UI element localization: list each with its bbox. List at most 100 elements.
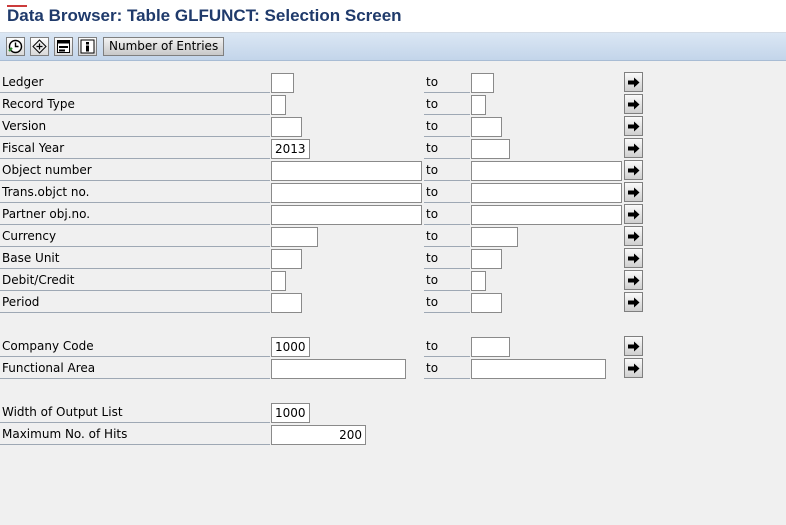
title-bar: Data Browser: Table GLFUNCT: Selection S… (0, 0, 786, 33)
selection-options-icon (32, 39, 47, 54)
selection-row-period: Period to (0, 292, 786, 314)
base-unit-low-input[interactable] (271, 249, 302, 269)
arrow-right-icon (627, 231, 640, 242)
selection-row-base-unit: Base Unit to (0, 248, 786, 270)
selection-row-currency: Currency to (0, 226, 786, 248)
multiple-selection-button[interactable] (624, 358, 643, 378)
partner-obj-high-input[interactable] (471, 205, 622, 225)
record-type-high-input[interactable] (471, 95, 486, 115)
application-toolbar: Number of Entries (0, 33, 786, 61)
to-label: to (424, 292, 470, 313)
multiple-selection-button[interactable] (624, 204, 643, 224)
trans-object-low-input[interactable] (271, 183, 422, 203)
selection-row-trans-object-no: Trans.objct no. to (0, 182, 786, 204)
selection-row-ledger: Ledger to (0, 72, 786, 94)
ledger-low-input[interactable] (271, 73, 294, 93)
arrow-right-icon (627, 165, 640, 176)
multiple-selection-button[interactable] (624, 292, 643, 312)
max-hits-input[interactable]: 200 (271, 425, 366, 445)
currency-high-input[interactable] (471, 227, 518, 247)
field-label: Fiscal Year (0, 138, 270, 159)
to-label: to (424, 116, 470, 137)
multiple-selection-button[interactable] (624, 182, 643, 202)
debit-credit-low-input[interactable] (271, 271, 286, 291)
selection-options-button[interactable] (30, 37, 49, 56)
info-button[interactable] (78, 37, 97, 56)
multiple-selection-button[interactable] (624, 270, 643, 290)
field-label: Object number (0, 160, 270, 181)
to-label: to (424, 72, 470, 93)
fiscal-year-high-input[interactable] (471, 139, 510, 159)
base-unit-high-input[interactable] (471, 249, 502, 269)
field-label: Record Type (0, 94, 270, 115)
execute-button[interactable] (6, 37, 25, 56)
output-width-input[interactable]: 1000 (271, 403, 310, 423)
arrow-right-icon (627, 143, 640, 154)
multiple-selection-button[interactable] (624, 248, 643, 268)
arrow-right-icon (627, 253, 640, 264)
record-type-low-input[interactable] (271, 95, 286, 115)
to-label: to (424, 336, 470, 357)
setting-row-max-hits: Maximum No. of Hits 200 (0, 424, 786, 446)
number-of-entries-button[interactable]: Number of Entries (103, 37, 225, 56)
field-label: Base Unit (0, 248, 270, 269)
arrow-right-icon (627, 363, 640, 374)
to-label: to (424, 248, 470, 269)
to-label: to (424, 226, 470, 247)
functional-area-low-input[interactable] (271, 359, 406, 379)
to-label: to (424, 270, 470, 291)
arrow-right-icon (627, 187, 640, 198)
multiple-selection-button[interactable] (624, 138, 643, 158)
to-label: to (424, 358, 470, 379)
to-label: to (424, 160, 470, 181)
company-code-low-input[interactable]: 1000 (271, 337, 310, 357)
trans-object-high-input[interactable] (471, 183, 622, 203)
execute-icon (8, 39, 23, 54)
field-label: Version (0, 116, 270, 137)
version-low-input[interactable] (271, 117, 302, 137)
version-high-input[interactable] (471, 117, 502, 137)
multiple-selection-button[interactable] (624, 72, 643, 92)
fiscal-year-low-input[interactable]: 2013 (271, 139, 310, 159)
selection-row-object-number: Object number to (0, 160, 786, 182)
field-label: Currency (0, 226, 270, 247)
arrow-right-icon (627, 341, 640, 352)
field-label: Partner obj.no. (0, 204, 270, 225)
layout-button[interactable] (54, 37, 73, 56)
selection-row-version: Version to (0, 116, 786, 138)
selection-row-record-type: Record Type to (0, 94, 786, 116)
company-code-high-input[interactable] (471, 337, 510, 357)
ledger-high-input[interactable] (471, 73, 494, 93)
arrow-right-icon (627, 77, 640, 88)
arrow-right-icon (627, 297, 640, 308)
period-low-input[interactable] (271, 293, 302, 313)
multiple-selection-button[interactable] (624, 336, 643, 356)
selection-row-company-code: Company Code 1000 to (0, 336, 786, 358)
to-label: to (424, 138, 470, 159)
selection-row-fiscal-year: Fiscal Year 2013 to (0, 138, 786, 160)
field-label: Functional Area (0, 358, 270, 379)
field-label: Trans.objct no. (0, 182, 270, 203)
setting-row-output-width: Width of Output List 1000 (0, 402, 786, 424)
field-label: Company Code (0, 336, 270, 357)
object-number-high-input[interactable] (471, 161, 622, 181)
arrow-right-icon (627, 121, 640, 132)
multiple-selection-button[interactable] (624, 160, 643, 180)
info-icon (80, 39, 95, 54)
multiple-selection-button[interactable] (624, 226, 643, 246)
multiple-selection-button[interactable] (624, 94, 643, 114)
partner-obj-low-input[interactable] (271, 205, 422, 225)
object-number-low-input[interactable] (271, 161, 422, 181)
field-label: Debit/Credit (0, 270, 270, 291)
multiple-selection-button[interactable] (624, 116, 643, 136)
arrow-right-icon (627, 275, 640, 286)
period-high-input[interactable] (471, 293, 502, 313)
debit-credit-high-input[interactable] (471, 271, 486, 291)
to-label: to (424, 182, 470, 203)
selection-row-partner-obj-no: Partner obj.no. to (0, 204, 786, 226)
field-label: Ledger (0, 72, 270, 93)
functional-area-high-input[interactable] (471, 359, 606, 379)
width-of-output-list-label: Width of Output List (0, 402, 270, 423)
currency-low-input[interactable] (271, 227, 318, 247)
field-label: Period (0, 292, 270, 313)
